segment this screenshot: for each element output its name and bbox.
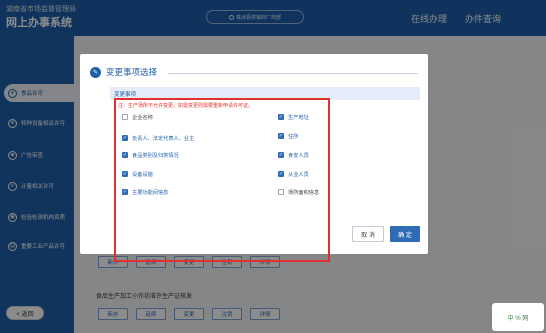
change-items-modal: ✎ 变更事项选择 变更事项 注：生产场所不允许变更，如需变更则需要重新申请许可证… bbox=[80, 54, 428, 262]
option-label: 设备设施 bbox=[132, 171, 153, 178]
option-residence[interactable]: ✓ 住所 bbox=[278, 131, 298, 141]
highlight-box bbox=[114, 98, 330, 262]
option-food-category[interactable]: ✓ 食品类别及归类情况 bbox=[122, 150, 179, 160]
checkbox[interactable]: ✓ bbox=[122, 189, 128, 195]
modal-title: 变更事项选择 bbox=[106, 67, 158, 77]
option-production-address[interactable]: ✓ 生产地址 bbox=[278, 112, 309, 122]
option-label: 食安人员 bbox=[288, 152, 309, 159]
option-food-safety-staff[interactable]: ✓ 食安人员 bbox=[278, 150, 309, 160]
checkbox[interactable]: ✓ bbox=[122, 152, 128, 158]
option-label: 主要功能间信息 bbox=[132, 189, 169, 196]
watermark-logo: 中 % 网 bbox=[492, 303, 544, 331]
option-label: 住所 bbox=[288, 133, 299, 140]
warning-text: 注：生产场所不允许变更，如需变更则需要重新申请许可证。 bbox=[118, 103, 254, 109]
option-label: 从业人员 bbox=[288, 171, 309, 178]
edit-icon: ✎ bbox=[90, 66, 101, 78]
cancel-button[interactable]: 取 消 bbox=[352, 226, 384, 242]
option-label: 负责人、法定代表人、业主 bbox=[132, 135, 195, 142]
option-label: 食品类别及归类情况 bbox=[132, 152, 179, 159]
checkbox[interactable]: ✓ bbox=[278, 114, 284, 120]
option-function-rooms[interactable]: ✓ 主要功能间信息 bbox=[122, 187, 168, 197]
checkbox[interactable]: ✓ bbox=[278, 171, 284, 177]
option-site-area[interactable]: 场所面积信息 bbox=[278, 187, 319, 197]
option-equipment[interactable]: ✓ 设备设施 bbox=[122, 169, 153, 179]
modal-header: ✎ 变更事项选择 bbox=[90, 66, 157, 78]
checkbox[interactable] bbox=[122, 114, 128, 120]
option-label: 生产地址 bbox=[288, 114, 309, 121]
option-company-name[interactable]: 企业名称 bbox=[122, 112, 153, 122]
checkbox[interactable]: ✓ bbox=[278, 152, 284, 158]
checkbox[interactable]: ✓ bbox=[122, 135, 128, 141]
option-label: 企业名称 bbox=[132, 114, 153, 121]
option-label: 场所面积信息 bbox=[288, 189, 320, 196]
checkbox[interactable] bbox=[278, 189, 284, 195]
title-divider bbox=[168, 73, 418, 74]
checkbox[interactable]: ✓ bbox=[122, 171, 128, 177]
option-legal-representative[interactable]: ✓ 负责人、法定代表人、业主 bbox=[122, 133, 194, 143]
checkbox[interactable]: ✓ bbox=[278, 133, 284, 139]
confirm-button[interactable]: 确 定 bbox=[390, 226, 420, 242]
option-employees[interactable]: ✓ 从业人员 bbox=[278, 169, 309, 179]
